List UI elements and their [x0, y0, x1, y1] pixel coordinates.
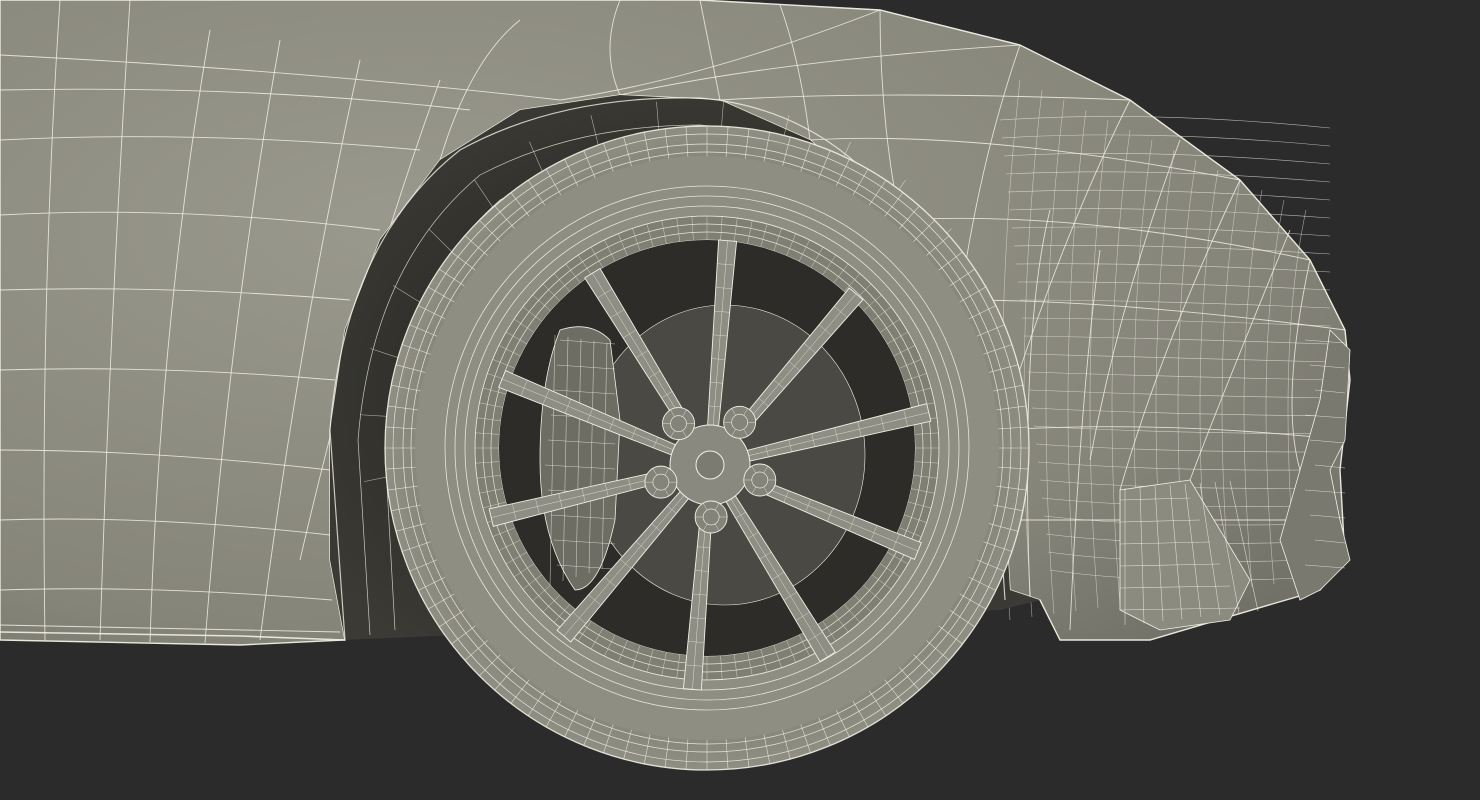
- render-viewport: [0, 0, 1480, 800]
- center-cap: [695, 450, 725, 480]
- wireframe-render: [0, 0, 1351, 771]
